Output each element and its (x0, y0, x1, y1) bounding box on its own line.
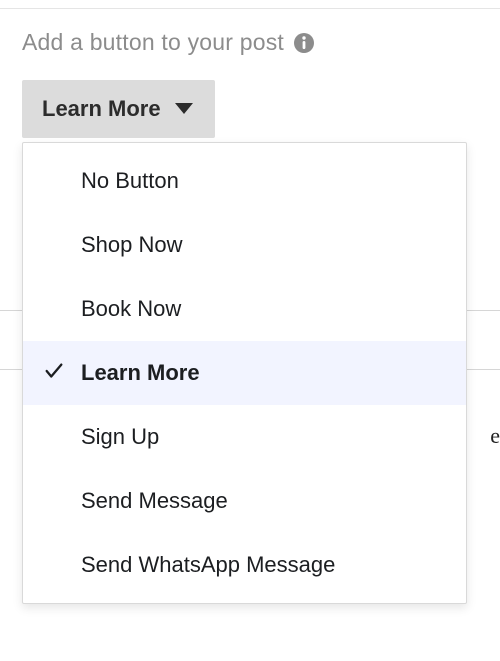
info-circle-icon[interactable] (292, 31, 316, 55)
menu-item-label: Send WhatsApp Message (81, 552, 335, 578)
menu-item-sign-up[interactable]: Sign Up (23, 405, 466, 469)
section-title: Add a button to your post (22, 29, 284, 56)
menu-item-label: No Button (81, 168, 179, 194)
cropped-text: e (490, 423, 500, 449)
call-to-action-dropdown: Learn More No Button Shop Now Book Now (22, 80, 478, 138)
dropdown-menu: No Button Shop Now Book Now Learn M (22, 142, 467, 604)
menu-item-label: Sign Up (81, 424, 159, 450)
dropdown-selected-label: Learn More (42, 96, 161, 122)
check-icon (43, 360, 65, 387)
menu-item-label: Learn More (81, 360, 200, 386)
menu-item-label: Shop Now (81, 232, 183, 258)
section-header: Add a button to your post (22, 29, 478, 56)
menu-item-learn-more[interactable]: Learn More (23, 341, 466, 405)
dropdown-toggle-button[interactable]: Learn More (22, 80, 215, 138)
check-slot (43, 360, 81, 387)
caret-down-icon (175, 103, 193, 115)
menu-item-send-whatsapp-message[interactable]: Send WhatsApp Message (23, 533, 466, 597)
menu-item-book-now[interactable]: Book Now (23, 277, 466, 341)
menu-item-label: Book Now (81, 296, 181, 322)
menu-item-shop-now[interactable]: Shop Now (23, 213, 466, 277)
add-button-section: Add a button to your post Learn More No … (0, 9, 500, 158)
menu-item-no-button[interactable]: No Button (23, 149, 466, 213)
menu-item-send-message[interactable]: Send Message (23, 469, 466, 533)
menu-item-label: Send Message (81, 488, 228, 514)
